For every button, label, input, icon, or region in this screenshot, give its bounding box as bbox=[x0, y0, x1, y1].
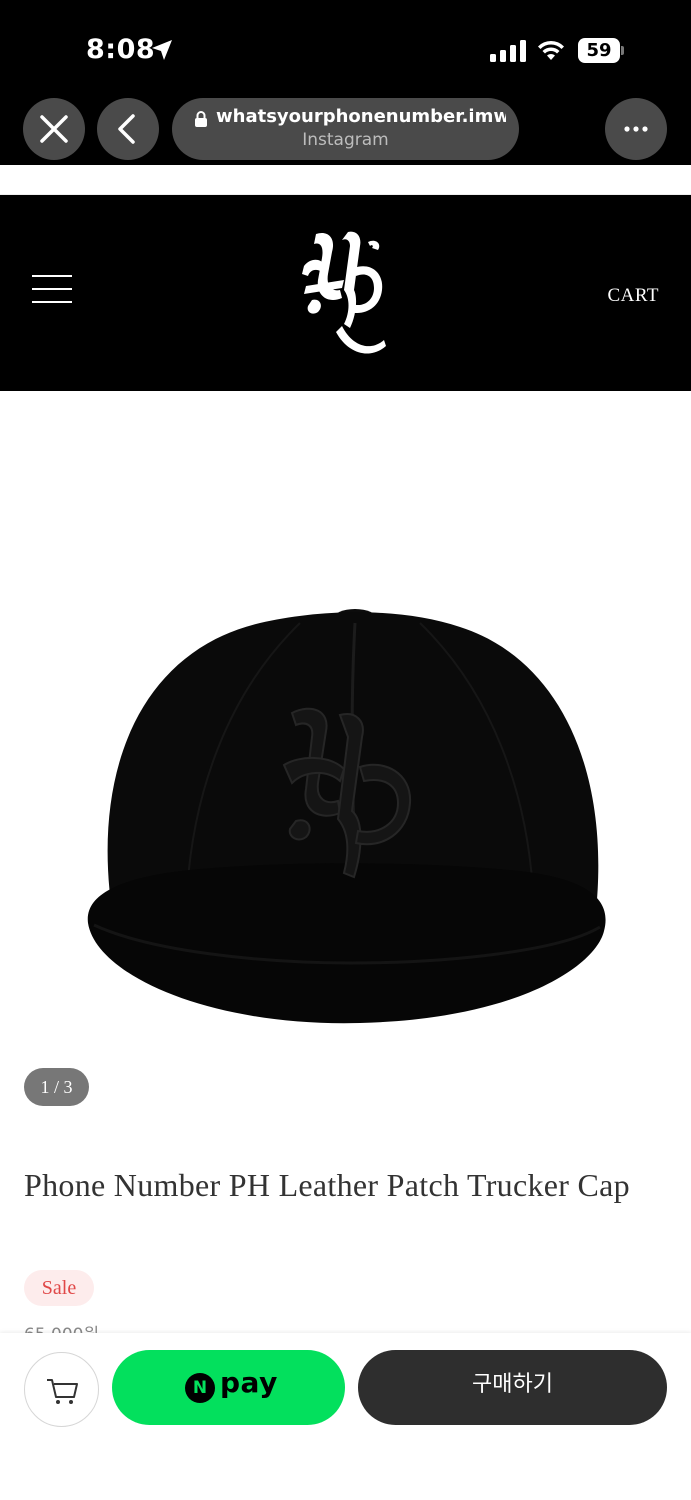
bottom-action-bar: N pay 구매하기 bbox=[0, 1333, 691, 1500]
site-header: CART bbox=[0, 195, 691, 391]
chevron-left-icon bbox=[118, 114, 135, 144]
sale-badge: Sale bbox=[24, 1270, 94, 1306]
url-source: Instagram bbox=[302, 130, 389, 150]
back-button[interactable] bbox=[97, 98, 159, 160]
location-arrow-icon bbox=[152, 40, 172, 60]
naver-pay-label: pay bbox=[220, 1366, 278, 1399]
add-to-cart-button[interactable] bbox=[24, 1352, 99, 1427]
cart-icon bbox=[47, 1379, 78, 1404]
close-icon bbox=[40, 115, 68, 143]
image-counter: 1 / 3 bbox=[24, 1068, 89, 1106]
lock-icon bbox=[195, 111, 207, 127]
browser-chrome: 8:08 59 whatsyourphonenumber.imw... Inst… bbox=[0, 0, 691, 165]
close-button[interactable] bbox=[23, 98, 85, 160]
brand-logo[interactable] bbox=[298, 228, 390, 356]
battery-level: 59 bbox=[578, 38, 620, 63]
cart-link[interactable]: CART bbox=[607, 285, 659, 307]
battery-icon: 59 bbox=[578, 38, 624, 63]
address-bar[interactable]: whatsyourphonenumber.imw... Instagram bbox=[172, 98, 519, 160]
naver-pay-button[interactable]: N pay bbox=[112, 1350, 345, 1425]
url-text: whatsyourphonenumber.imw... bbox=[216, 106, 506, 127]
cap-illustration bbox=[87, 609, 606, 1024]
status-time: 8:08 bbox=[86, 34, 156, 65]
product-title: Phone Number PH Leather Patch Trucker Ca… bbox=[24, 1167, 630, 1203]
cellular-signal-icon bbox=[490, 40, 526, 62]
ellipsis-icon bbox=[624, 126, 648, 132]
wifi-icon bbox=[538, 40, 564, 60]
more-options-button[interactable] bbox=[605, 98, 667, 160]
product-image[interactable] bbox=[0, 391, 691, 1051]
buy-now-button[interactable]: 구매하기 bbox=[358, 1350, 667, 1425]
page-top-strip bbox=[0, 165, 691, 195]
menu-icon[interactable] bbox=[32, 275, 72, 305]
naver-pay-mark: N bbox=[185, 1373, 215, 1403]
original-price: 65,000원 bbox=[24, 1320, 99, 1334]
